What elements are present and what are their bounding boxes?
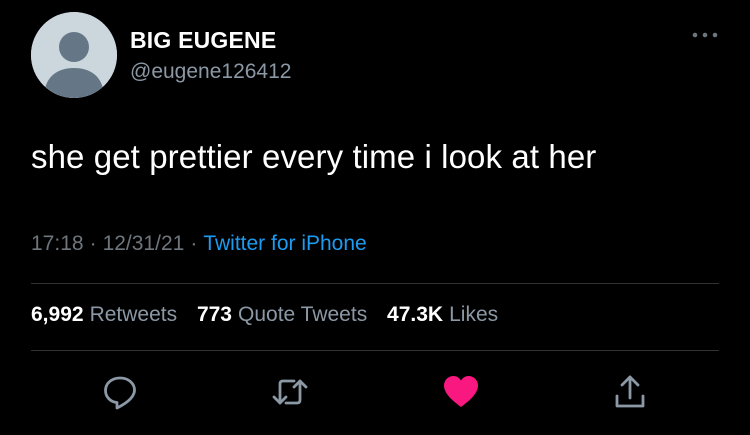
tweet-actions xyxy=(0,372,750,412)
share-icon xyxy=(615,375,645,408)
quote-tweets-label: Quote Tweets xyxy=(238,303,368,326)
meta-separator: · xyxy=(89,232,97,255)
tweet-source-link[interactable]: Twitter for iPhone xyxy=(203,232,366,255)
share-button[interactable] xyxy=(610,372,650,412)
display-name[interactable]: BIG EUGENE xyxy=(130,27,276,54)
tweet-date[interactable]: 12/31/21 xyxy=(103,232,185,255)
avatar[interactable] xyxy=(31,12,117,98)
likes-count: 47.3K xyxy=(387,303,444,326)
tweet-detail: BIG EUGENE @eugene126412 she get prettie… xyxy=(0,0,750,435)
user-handle[interactable]: @eugene126412 xyxy=(130,60,291,84)
heart-icon xyxy=(444,376,478,407)
tweet-stats: 6,992 Retweets 773 Quote Tweets 47.3K Likes xyxy=(31,303,512,327)
divider xyxy=(31,283,719,284)
tweet-meta: 17:18 · 12/31/21 · Twitter for iPhone xyxy=(31,232,367,256)
more-options-icon[interactable] xyxy=(690,28,720,42)
retweet-icon xyxy=(272,379,308,405)
likes-label: Likes xyxy=(449,303,499,326)
likes-stat[interactable]: 47.3K Likes xyxy=(387,303,498,326)
tweet-time[interactable]: 17:18 xyxy=(31,232,84,255)
divider xyxy=(31,350,719,351)
tweet-text: she get prettier every time i look at he… xyxy=(31,138,597,175)
quote-tweets-count: 773 xyxy=(196,303,232,326)
quote-tweets-stat[interactable]: 773 Quote Tweets xyxy=(197,303,367,326)
default-profile-icon xyxy=(31,12,117,98)
meta-separator: · xyxy=(190,232,198,255)
like-button[interactable] xyxy=(441,372,481,412)
retweets-stat[interactable]: 6,992 Retweets xyxy=(31,303,177,326)
reply-icon xyxy=(104,376,136,410)
retweet-button[interactable] xyxy=(270,372,310,412)
retweets-label: Retweets xyxy=(89,303,178,326)
retweets-count: 6,992 xyxy=(31,303,84,326)
reply-button[interactable] xyxy=(100,372,140,412)
